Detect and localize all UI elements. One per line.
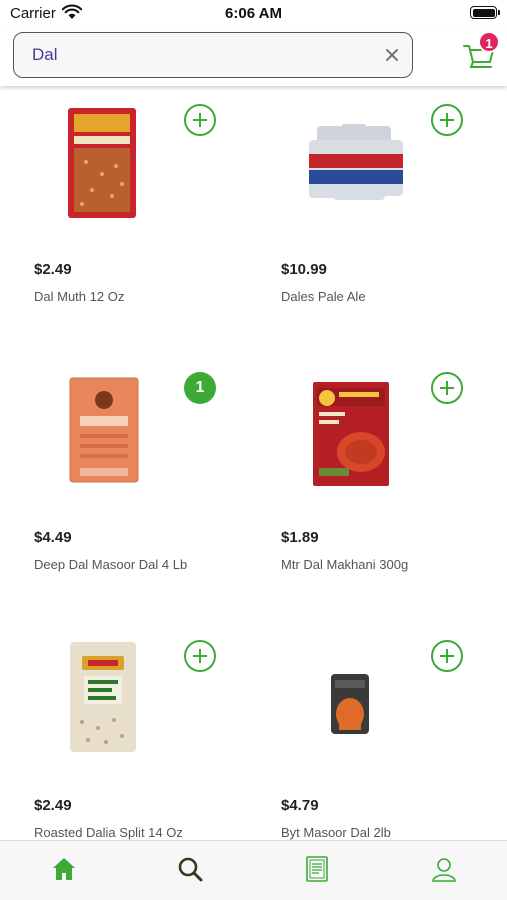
battery-icon xyxy=(470,6,500,19)
product-image-dales-pale-ale[interactable] xyxy=(269,96,419,236)
product-image-roasted-dalia-split[interactable] xyxy=(22,632,172,772)
product-image-deep-masoor-dal[interactable] xyxy=(22,364,172,504)
product-name[interactable]: Roasted Dalia Split 14 Oz xyxy=(34,825,183,840)
profile-icon[interactable] xyxy=(430,855,458,883)
product-price: $4.49 xyxy=(34,529,72,546)
product-price: $2.49 xyxy=(34,261,72,278)
product-name[interactable]: Mtr Dal Makhani 300g xyxy=(281,557,408,572)
product-card[interactable]: $4.79 Byt Masoor Dal 2lb xyxy=(247,622,487,840)
product-card[interactable]: 1 $4.49 Deep Dal Masoor Dal 4 Lb xyxy=(0,354,240,622)
product-name[interactable]: Byt Masoor Dal 2lb xyxy=(281,825,391,840)
product-image-dal-muth[interactable] xyxy=(22,96,172,236)
product-name[interactable]: Dal Muth 12 Oz xyxy=(34,289,124,304)
product-price: $2.49 xyxy=(34,797,72,814)
home-icon[interactable] xyxy=(50,855,78,883)
product-card[interactable]: $1.89 Mtr Dal Makhani 300g xyxy=(247,354,487,622)
product-card[interactable]: $10.99 Dales Pale Ale xyxy=(247,86,487,354)
clear-search-icon[interactable] xyxy=(384,47,400,63)
product-price: $1.89 xyxy=(281,529,319,546)
orders-list-icon[interactable] xyxy=(303,855,331,883)
product-grid: $2.49 Dal Muth 12 Oz $10.99 Dales Pale A… xyxy=(0,86,507,840)
product-card[interactable]: $2.49 Dal Muth 12 Oz xyxy=(0,86,240,354)
status-bar: Carrier 6:06 AM xyxy=(0,0,507,28)
bottom-tab-bar xyxy=(0,840,507,900)
add-to-cart-button[interactable] xyxy=(431,372,463,404)
status-time: 6:06 AM xyxy=(225,5,282,22)
cart-button[interactable]: 1 xyxy=(460,31,500,76)
add-to-cart-button[interactable] xyxy=(184,104,216,136)
product-image-mtr-dal-makhani[interactable] xyxy=(269,364,419,504)
search-bar[interactable] xyxy=(13,32,413,78)
cart-quantity-badge[interactable]: 1 xyxy=(184,372,216,404)
add-to-cart-button[interactable] xyxy=(431,104,463,136)
search-input[interactable] xyxy=(32,43,352,67)
product-name[interactable]: Deep Dal Masoor Dal 4 Lb xyxy=(34,557,187,572)
product-price: $10.99 xyxy=(281,261,327,278)
product-name[interactable]: Dales Pale Ale xyxy=(281,289,366,304)
add-to-cart-button[interactable] xyxy=(431,640,463,672)
search-header: 1 xyxy=(0,28,507,86)
add-to-cart-button[interactable] xyxy=(184,640,216,672)
cart-count-badge: 1 xyxy=(478,31,500,53)
product-price: $4.79 xyxy=(281,797,319,814)
product-image-byt-masoor-dal[interactable] xyxy=(269,632,419,772)
product-card[interactable]: $2.49 Roasted Dalia Split 14 Oz xyxy=(0,622,240,840)
search-icon[interactable] xyxy=(176,855,204,883)
